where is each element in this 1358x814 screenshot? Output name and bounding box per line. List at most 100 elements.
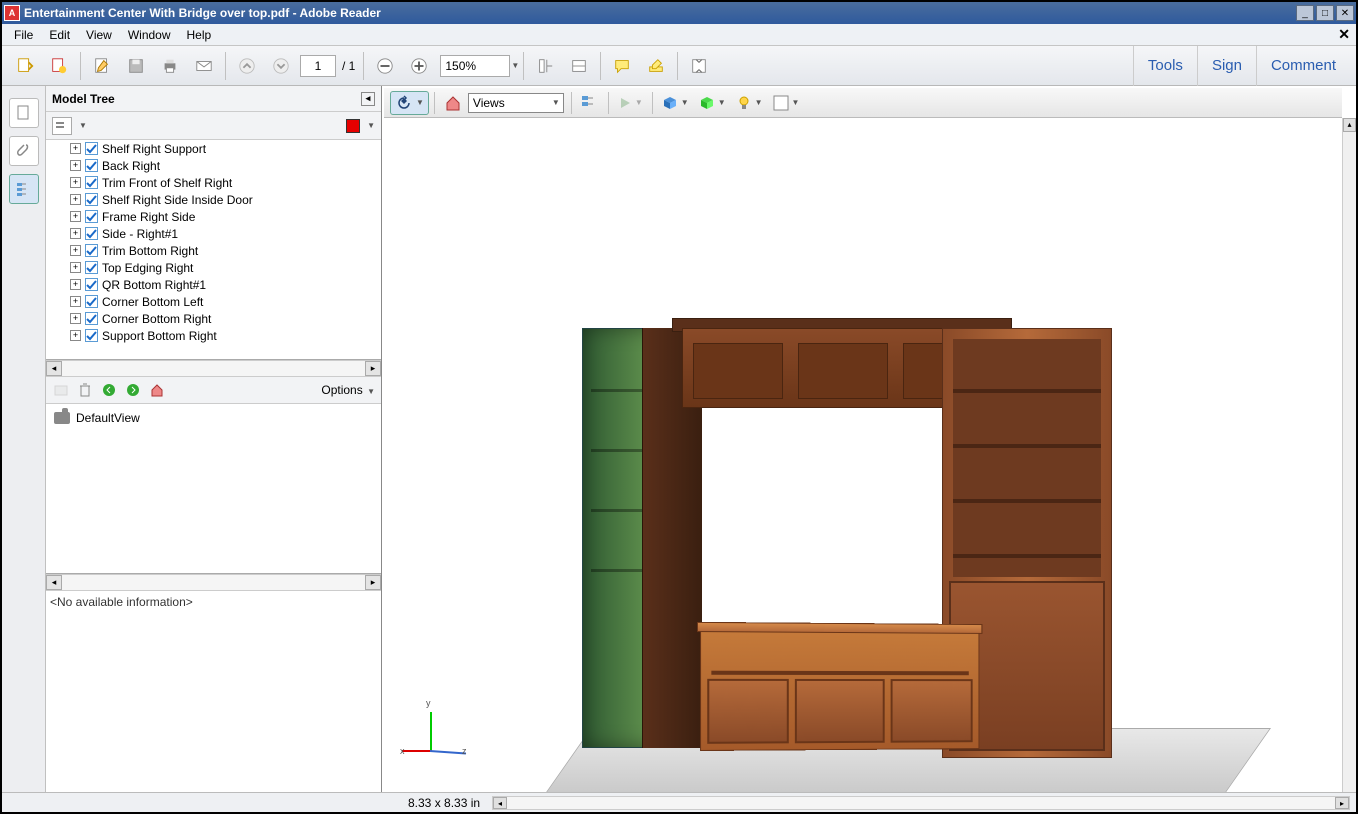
print-button[interactable] — [155, 51, 185, 81]
expand-icon[interactable]: + — [70, 245, 81, 256]
expand-icon[interactable]: + — [70, 211, 81, 222]
home-button[interactable] — [440, 91, 466, 115]
export-pdf-button[interactable] — [10, 51, 40, 81]
read-mode-button[interactable] — [684, 51, 714, 81]
menu-edit[interactable]: Edit — [41, 26, 78, 44]
menu-window[interactable]: Window — [120, 26, 179, 44]
expand-icon[interactable]: + — [70, 194, 81, 205]
checkbox-icon[interactable] — [85, 193, 98, 206]
color-dropdown-icon[interactable]: ▼ — [367, 121, 375, 130]
prev-view-button[interactable] — [100, 381, 118, 399]
scroll-up-icon[interactable]: ▴ — [1343, 118, 1356, 132]
new-view-button[interactable] — [52, 381, 70, 399]
canvas-3d[interactable]: x y z — [382, 118, 1342, 792]
sign-action[interactable]: Sign — [1197, 46, 1256, 86]
checkbox-icon[interactable] — [85, 261, 98, 274]
expand-icon[interactable]: + — [70, 177, 81, 188]
checkbox-icon[interactable] — [85, 295, 98, 308]
tree-item[interactable]: +Frame Right Side — [46, 208, 381, 225]
tree-display-dropdown[interactable] — [52, 117, 72, 135]
checkbox-icon[interactable] — [85, 227, 98, 240]
expand-icon[interactable]: + — [70, 160, 81, 171]
tree-item[interactable]: +Shelf Right Support — [46, 140, 381, 157]
tree-item[interactable]: +Support Bottom Right — [46, 327, 381, 344]
views-dropdown-icon[interactable]: ▼ — [552, 98, 560, 107]
scroll-left-icon[interactable]: ◂ — [46, 575, 62, 590]
views-hscroll[interactable]: ◂ ▸ — [46, 574, 381, 590]
views-list[interactable]: DefaultView — [46, 404, 381, 574]
play-button[interactable]: ▼ — [614, 91, 647, 115]
tools-action[interactable]: Tools — [1133, 46, 1197, 86]
model-tree-tab[interactable] — [9, 174, 39, 204]
home-view-button[interactable] — [148, 381, 166, 399]
render-mode-button[interactable]: ▼ — [695, 91, 730, 115]
views-select[interactable] — [468, 93, 564, 113]
close-button[interactable]: ✕ — [1336, 5, 1354, 21]
sign-document-button[interactable] — [87, 51, 117, 81]
attachments-tab[interactable] — [9, 136, 39, 166]
tree-item[interactable]: +Side - Right#1 — [46, 225, 381, 242]
tree-item[interactable]: +Top Edging Right — [46, 259, 381, 276]
collapse-panel-button[interactable]: ◂ — [361, 92, 375, 106]
checkbox-icon[interactable] — [85, 159, 98, 172]
page-up-button[interactable] — [232, 51, 262, 81]
expand-icon[interactable]: + — [70, 330, 81, 341]
scroll-track[interactable] — [62, 361, 365, 376]
tree-item[interactable]: +Shelf Right Side Inside Door — [46, 191, 381, 208]
rotate-tool-button[interactable]: ▼ — [390, 91, 429, 115]
expand-icon[interactable]: + — [70, 313, 81, 324]
zoom-dropdown-icon[interactable]: ▼ — [511, 61, 519, 70]
tree-area[interactable]: +Shelf Right Support+Back Right+Trim Fro… — [46, 140, 381, 360]
expand-icon[interactable]: + — [70, 296, 81, 307]
fit-width-button[interactable] — [564, 51, 594, 81]
checkbox-icon[interactable] — [85, 244, 98, 257]
document-close-button[interactable]: ✕ — [1338, 26, 1350, 43]
scroll-right-icon[interactable]: ▸ — [365, 361, 381, 376]
checkbox-icon[interactable] — [85, 142, 98, 155]
minimize-button[interactable]: _ — [1296, 5, 1314, 21]
background-color-button[interactable]: ▼ — [769, 91, 804, 115]
view-item-default[interactable]: DefaultView — [50, 408, 377, 428]
checkbox-icon[interactable] — [85, 176, 98, 189]
tree-hscroll[interactable]: ◂ ▸ — [46, 360, 381, 376]
dropdown-icon[interactable]: ▼ — [79, 121, 87, 130]
comment-action[interactable]: Comment — [1256, 46, 1350, 86]
views-options-dropdown[interactable]: Options ▼ — [321, 383, 375, 397]
create-pdf-button[interactable] — [44, 51, 74, 81]
fit-page-button[interactable] — [530, 51, 560, 81]
highlight-color-swatch[interactable] — [346, 119, 360, 133]
lighting-button[interactable]: ▼ — [732, 91, 767, 115]
expand-icon[interactable]: + — [70, 279, 81, 290]
menu-help[interactable]: Help — [179, 26, 220, 44]
scroll-left-icon[interactable]: ◂ — [493, 797, 507, 809]
scroll-right-icon[interactable]: ▸ — [365, 575, 381, 590]
zoom-in-button[interactable] — [404, 51, 434, 81]
menu-file[interactable]: File — [6, 26, 41, 44]
checkbox-icon[interactable] — [85, 210, 98, 223]
highlight-button[interactable] — [641, 51, 671, 81]
tree-item[interactable]: +Trim Bottom Right — [46, 242, 381, 259]
checkbox-icon[interactable] — [85, 312, 98, 325]
email-button[interactable] — [189, 51, 219, 81]
zoom-select[interactable] — [440, 55, 510, 77]
next-view-button[interactable] — [124, 381, 142, 399]
tree-item[interactable]: +Trim Front of Shelf Right — [46, 174, 381, 191]
scroll-left-icon[interactable]: ◂ — [46, 361, 62, 376]
expand-icon[interactable]: + — [70, 143, 81, 154]
scroll-right-icon[interactable]: ▸ — [1335, 797, 1349, 809]
tree-item[interactable]: +Back Right — [46, 157, 381, 174]
tree-item[interactable]: +QR Bottom Right#1 — [46, 276, 381, 293]
menu-view[interactable]: View — [78, 26, 120, 44]
save-button[interactable] — [121, 51, 151, 81]
status-hscroll[interactable]: ◂ ▸ — [492, 796, 1350, 810]
projection-button[interactable]: ▼ — [658, 91, 693, 115]
page-number-input[interactable] — [300, 55, 336, 77]
tree-item[interactable]: +Corner Bottom Left — [46, 293, 381, 310]
tree-item[interactable]: +Corner Bottom Right — [46, 310, 381, 327]
zoom-out-button[interactable] — [370, 51, 400, 81]
expand-icon[interactable]: + — [70, 262, 81, 273]
checkbox-icon[interactable] — [85, 278, 98, 291]
viewer-vscroll[interactable]: ▴ — [1342, 118, 1356, 792]
expand-icon[interactable]: + — [70, 228, 81, 239]
scroll-track[interactable] — [62, 575, 365, 590]
